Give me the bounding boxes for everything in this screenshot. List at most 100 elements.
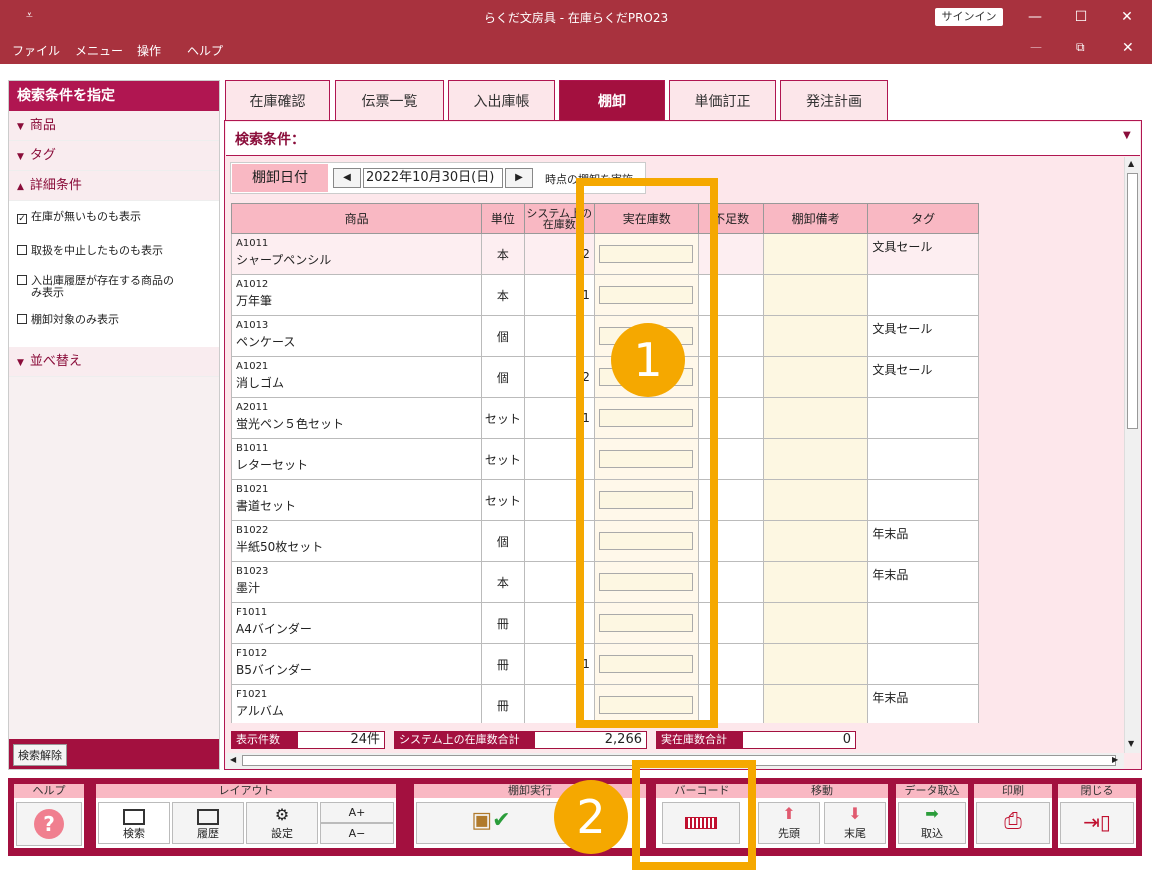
check-label: 取扱を中止したものも表示 [31, 244, 163, 257]
layout-search-button[interactable]: 検索 [98, 802, 170, 844]
tag-cell: 文具セール [867, 315, 979, 357]
memo-cell[interactable] [762, 315, 869, 357]
checkbox-icon[interactable] [17, 245, 27, 255]
menu-file[interactable]: ファイル [12, 42, 60, 59]
expand-down-icon[interactable]: ▼ [1123, 130, 1131, 141]
menu-menu[interactable]: メニュー [75, 42, 123, 59]
detail-options: ✓ 在庫が無いものも表示 取扱を中止したものも表示 入出庫履歴が存在する商品のみ表… [9, 201, 219, 347]
section-sort[interactable]: ▼ 並べ替え [9, 347, 219, 377]
font-up-button[interactable]: A+ [320, 802, 394, 823]
move-first-button[interactable]: ⬆ 先頭 [758, 802, 820, 844]
scroll-right-icon[interactable]: ▶ [1112, 755, 1118, 764]
product-name: B5バインダー [236, 663, 312, 677]
vertical-scrollbar[interactable]: ▲ ▼ [1124, 157, 1140, 753]
memo-cell[interactable] [762, 602, 869, 644]
date-field[interactable]: 2022年10月30日(日) [363, 168, 503, 188]
prev-date-button[interactable]: ◀ [333, 168, 361, 188]
tab-order-plan[interactable]: 発注計画 [780, 80, 888, 121]
memo-cell[interactable] [762, 643, 869, 685]
arrow-down-icon: ⬇ [848, 804, 862, 823]
col-product[interactable]: 商品 [231, 203, 483, 234]
check-show-discontinued[interactable]: 取扱を中止したものも表示 [9, 244, 219, 257]
import-button[interactable]: ➡ 取込 [898, 802, 966, 844]
product-name: ペンケース [236, 335, 296, 349]
layout-settings-button[interactable]: ⚙ 設定 [246, 802, 318, 844]
next-date-button[interactable]: ▶ [505, 168, 533, 188]
help-button[interactable]: ? [16, 802, 82, 846]
minimize-button[interactable]: — [1012, 2, 1058, 32]
section-label: タグ [29, 148, 56, 163]
memo-cell[interactable] [762, 274, 869, 316]
close-button[interactable]: ⇥▯ [1060, 802, 1134, 844]
inventory-exec-button[interactable]: ▣✔ [416, 802, 566, 844]
vertical-scroll-thumb[interactable] [1127, 173, 1138, 429]
boxes-check-icon: ▣✔ [471, 808, 511, 833]
product-cell: A2011 蛍光ペン５色セット [231, 397, 483, 439]
tag-cell: 年末品 [867, 561, 979, 603]
inner-minimize-button[interactable]: — [1030, 40, 1042, 54]
tab-price-correction[interactable]: 単価訂正 [669, 80, 776, 121]
signin-button[interactable]: サインイン [935, 8, 1003, 26]
col-memo[interactable]: 棚卸備考 [762, 203, 869, 234]
maximize-button[interactable]: ☐ [1058, 2, 1104, 32]
layout-search-icon [123, 809, 145, 825]
tab-stock-check[interactable]: 在庫確認 [225, 80, 330, 121]
checkbox-icon[interactable] [17, 314, 27, 324]
checkbox-icon[interactable] [17, 275, 27, 285]
font-down-button[interactable]: A− [320, 823, 394, 844]
print-button[interactable]: ⎙ [976, 802, 1050, 844]
search-condition-bar[interactable]: 検索条件： ▼ [226, 122, 1140, 156]
section-tag[interactable]: ▼ タグ [9, 141, 219, 171]
unit-cell: 個 [481, 520, 525, 562]
scroll-down-icon[interactable]: ▼ [1128, 739, 1134, 748]
unit-cell: 本 [481, 233, 525, 275]
menu-help[interactable]: ヘルプ [187, 42, 223, 59]
highlight-actual-stock-column [576, 178, 718, 728]
memo-cell[interactable] [762, 397, 869, 439]
printer-icon: ⎙ [1004, 809, 1022, 834]
tab-slip-list[interactable]: 伝票一覧 [335, 80, 444, 121]
inner-restore-button[interactable]: ⧉ [1076, 40, 1085, 55]
clear-search-button[interactable]: 検索解除 [13, 744, 67, 766]
tab-inventory[interactable]: 棚卸 [559, 80, 665, 121]
scroll-left-icon[interactable]: ◀ [230, 755, 236, 764]
close-group-label: 閉じる [1058, 784, 1136, 798]
memo-cell[interactable] [762, 520, 869, 562]
inner-close-button[interactable]: ✕ [1122, 40, 1134, 56]
memo-cell[interactable] [762, 356, 869, 398]
caret-up-icon: ▲ [17, 182, 24, 192]
memo-cell[interactable] [762, 233, 869, 275]
section-product[interactable]: ▼ 商品 [9, 111, 219, 141]
memo-cell[interactable] [762, 479, 869, 521]
search-condition-label: 検索条件： [235, 132, 305, 148]
system-total-box: システム上の在庫数合計 2,266 [394, 731, 647, 749]
scroll-up-icon[interactable]: ▲ [1128, 159, 1134, 168]
layout-history-button[interactable]: 履歴 [172, 802, 244, 844]
check-inventory-target-only[interactable]: 棚卸対象のみ表示 [9, 313, 219, 326]
caret-down-icon: ▼ [17, 152, 24, 162]
system-total-value: 2,266 [604, 732, 642, 747]
check-show-zero-stock[interactable]: ✓ 在庫が無いものも表示 [9, 210, 219, 224]
col-tag[interactable]: タグ [867, 203, 979, 234]
tag-cell [867, 438, 979, 480]
summary-bar: 表示件数 24件 システム上の在庫数合計 2,266 実在庫数合計 0 [231, 731, 857, 749]
caret-down-icon: ▼ [17, 358, 24, 368]
button-label: 末尾 [844, 827, 866, 840]
product-name: 万年筆 [236, 294, 273, 308]
memo-cell[interactable] [762, 561, 869, 603]
search-panel-header: 検索条件を指定 [9, 81, 219, 111]
close-window-button[interactable]: ✕ [1104, 2, 1150, 32]
tag-cell [867, 479, 979, 521]
tab-io-ledger[interactable]: 入出庫帳 [448, 80, 555, 121]
memo-cell[interactable] [762, 438, 869, 480]
unit-cell: 個 [481, 315, 525, 357]
checkbox-checked-icon[interactable]: ✓ [17, 214, 27, 224]
product-name: レターセット [236, 458, 309, 472]
col-unit[interactable]: 単位 [481, 203, 525, 234]
memo-cell[interactable] [762, 684, 869, 723]
move-last-button[interactable]: ⬇ 末尾 [824, 802, 886, 844]
check-history-only[interactable]: 入出庫履歴が存在する商品のみ表示 [9, 275, 219, 299]
menu-operation[interactable]: 操作 [137, 42, 161, 59]
button-label: 取込 [921, 827, 943, 840]
section-detail[interactable]: ▲ 詳細条件 [9, 171, 219, 201]
